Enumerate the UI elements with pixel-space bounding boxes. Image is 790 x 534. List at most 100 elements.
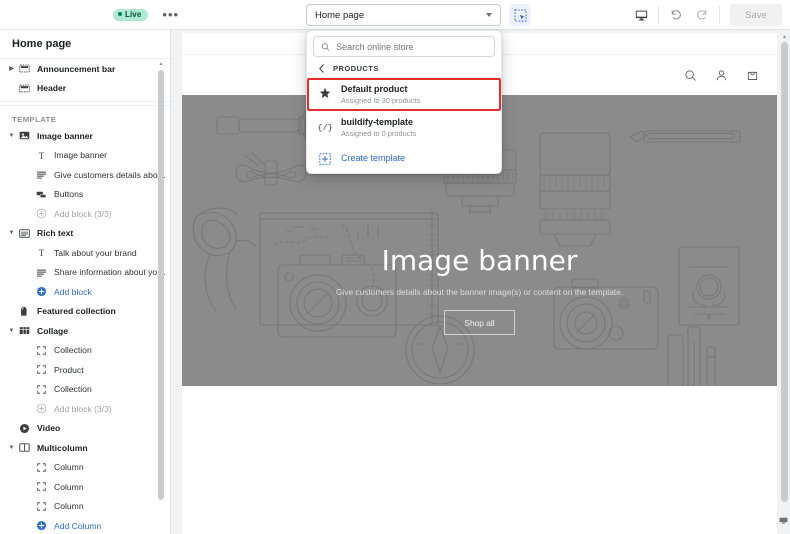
cart-icon[interactable] — [746, 69, 759, 82]
sidebar-item-multicolumn[interactable]: ▼ Multicolumn — [0, 438, 170, 458]
sidebar-item-label: Announcement bar — [37, 63, 116, 74]
sidebar-item-label: Product — [54, 364, 84, 375]
sidebar-item-label: Add block (3/3) — [54, 208, 112, 219]
live-status-badge: Live — [113, 8, 149, 21]
sidebar-item-rich-text[interactable]: ▼ Rich text — [0, 224, 170, 244]
sidebar-item-label: Column — [54, 501, 84, 512]
page-selector-value: Home page — [315, 9, 365, 21]
sidebar-item-image-banner[interactable]: T Image banner — [0, 146, 170, 166]
svg-text:{/}: {/} — [318, 123, 332, 133]
template-item-text: Default product Assigned to 30 products — [341, 84, 420, 105]
text-paragraph-icon — [34, 169, 49, 180]
sidebar-item-featured-collection[interactable]: Featured collection — [0, 302, 170, 322]
page-selector-dropdown[interactable]: Home page — [306, 4, 501, 26]
create-template-button[interactable]: Create template — [307, 144, 501, 169]
sidebar-item-give-customers-details-abo[interactable]: Give customers details abo… — [0, 165, 170, 185]
sidebar-item-product[interactable]: Product — [0, 360, 170, 380]
sidebar-item-buttons[interactable]: Buttons — [0, 185, 170, 205]
template-name: Default product — [341, 84, 408, 94]
undo-button[interactable] — [663, 0, 689, 30]
chevron-down-icon[interactable]: ▼ — [6, 133, 17, 139]
preview-device-indicator — [779, 512, 788, 530]
sidebar-scrollbar-thumb[interactable] — [158, 70, 164, 500]
sidebar-item-add-block-3-3[interactable]: Add block (3/3) — [0, 399, 170, 419]
code-braces-icon: {/} — [318, 117, 332, 133]
template-item-buildify-template[interactable]: {/} buildify-template Assigned to 0 prod… — [307, 111, 501, 144]
sidebar-group-label: TEMPLATE — [12, 115, 57, 124]
sidebar-item-label: Column — [54, 481, 84, 492]
star-icon — [318, 84, 332, 99]
image-banner-content: Image banner Give customers details abou… — [182, 247, 777, 335]
sidebar-item-label: Header — [37, 83, 67, 94]
text-paragraph-icon — [34, 267, 49, 278]
sidebar-item-add-block[interactable]: Add block — [0, 282, 170, 302]
sidebar-item-label: Image banner — [37, 130, 93, 141]
sidebar-item-add-column[interactable]: Add Column — [0, 516, 170, 534]
device-preview-button[interactable] — [628, 0, 654, 30]
sidebar-scroll-up-arrow[interactable]: ▲ — [158, 61, 164, 67]
sidebar-item-label: Rich text — [37, 228, 74, 239]
sidebar-item-collage[interactable]: ▼ Collage — [0, 321, 170, 341]
sidebar-item-video[interactable]: Video — [0, 419, 170, 439]
sidebar-item-column[interactable]: Column — [0, 497, 170, 517]
account-icon[interactable] — [715, 69, 728, 82]
block-placeholder-icon — [34, 364, 49, 375]
banner-paragraph: Give customers details about the banner … — [335, 287, 624, 297]
chevron-down-icon[interactable]: ▼ — [6, 328, 17, 334]
preview-scroll-up-arrow[interactable]: ▲ — [781, 34, 788, 41]
search-icon[interactable] — [684, 69, 697, 82]
template-picker-dropdown: PRODUCTS Default product Assigned to 30 … — [306, 30, 502, 174]
announcement-bar-icon — [17, 63, 32, 74]
save-button[interactable]: Save — [730, 4, 782, 26]
sidebar-item-column[interactable]: Column — [0, 477, 170, 497]
template-item-default-product[interactable]: Default product Assigned to 30 products — [307, 78, 501, 111]
collage-icon — [17, 325, 32, 336]
chevron-down-icon — [486, 13, 492, 17]
block-placeholder-icon — [34, 384, 49, 395]
shop-all-button[interactable]: Shop all — [444, 310, 515, 335]
redo-button[interactable] — [689, 0, 715, 30]
template-assignment: Assigned to 0 products — [341, 129, 417, 138]
create-template-label: Create template — [341, 152, 406, 163]
banner-heading: Image banner — [381, 244, 578, 277]
undo-icon — [671, 10, 681, 20]
sidebar-item-column[interactable]: Column — [0, 458, 170, 478]
plus-circle-icon — [34, 403, 49, 414]
search-input[interactable] — [336, 41, 487, 52]
search-icon — [321, 42, 330, 51]
sidebar-item-collection[interactable]: Collection — [0, 341, 170, 361]
sidebar-item-label: Add block — [54, 286, 92, 297]
preview-scrollbar-thumb[interactable] — [781, 42, 788, 502]
sidebar-item-talk-about-your-brand[interactable]: T Talk about your brand — [0, 243, 170, 263]
chevron-down-icon[interactable]: ▼ — [6, 445, 17, 451]
block-placeholder-icon — [34, 462, 49, 473]
video-icon — [17, 423, 32, 434]
sidebar-item-image-banner[interactable]: ▼ Image banner — [0, 126, 170, 146]
template-assignment: Assigned to 30 products — [341, 96, 421, 105]
sections-sidebar: Home page ▶ Announcement bar Header TEMPLAT… — [0, 30, 171, 534]
storefront-header-icons — [684, 69, 759, 82]
sidebar-item-header[interactable]: Header — [0, 79, 170, 99]
plus-circle-icon — [34, 286, 49, 297]
breadcrumb-back[interactable]: PRODUCTS — [307, 60, 501, 77]
chevron-right-icon[interactable]: ▶ — [6, 65, 17, 72]
sections-list: ▶ Announcement bar Header TEMPLATE ▼ Image ba… — [0, 59, 170, 534]
sidebar-item-label: Share information about yo… — [54, 267, 166, 278]
toolbar-center-group: Home page — [306, 4, 531, 26]
breadcrumb-label: PRODUCTS — [333, 64, 379, 73]
svg-text:T: T — [39, 151, 45, 161]
add-template-icon — [318, 150, 332, 165]
text-heading-icon: T — [34, 247, 49, 258]
sidebar-item-label: Video — [37, 423, 61, 434]
more-options-button[interactable]: ••• — [158, 8, 183, 21]
sidebar-item-add-block-3-3[interactable]: Add block (3/3) — [0, 204, 170, 224]
search-field[interactable] — [313, 36, 495, 57]
sidebar-title: Home page — [0, 30, 170, 59]
sidebar-item-collection[interactable]: Collection — [0, 380, 170, 400]
sidebar-item-share-information-about-yo[interactable]: Share information about yo… — [0, 263, 170, 283]
chevron-down-icon[interactable]: ▼ — [6, 230, 17, 236]
inspect-element-button[interactable] — [509, 4, 531, 26]
sidebar-item-label: Featured collection — [37, 306, 116, 317]
sidebar-item-announcement-bar[interactable]: ▶ Announcement bar — [0, 59, 170, 79]
plus-circle-icon — [34, 208, 49, 219]
